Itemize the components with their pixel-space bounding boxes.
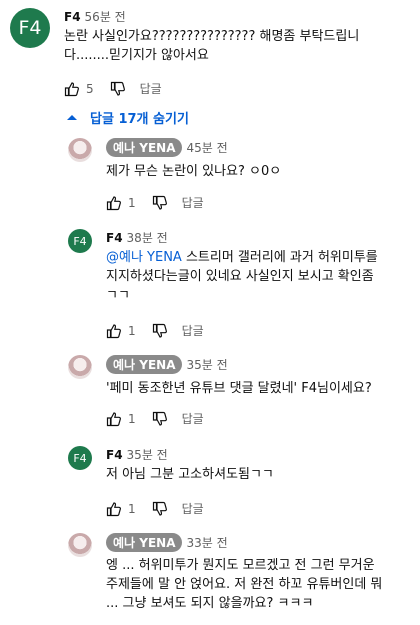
author-name[interactable]: 예나 YENA: [106, 138, 183, 157]
thumbs-up-icon[interactable]: [106, 411, 122, 427]
reply-button[interactable]: 답글: [182, 322, 204, 339]
comment-actions: 5 답글: [64, 80, 162, 97]
comment-meta: 예나 YENA 33분 전: [106, 533, 228, 552]
comment-text: 제가 무슨 논란이 있나요? ㅇ0ㅇ: [106, 164, 282, 179]
comment-meta: 예나 YENA 45분 전: [106, 138, 228, 157]
mention-link[interactable]: @예나 YENA: [106, 250, 182, 265]
avatar[interactable]: F4: [68, 229, 92, 253]
thumbs-down-icon[interactable]: [152, 195, 168, 211]
comment-text: 저 아님 그분 고소하셔도됨ㄱㄱ: [106, 467, 274, 482]
timestamp[interactable]: 35분 전: [127, 448, 168, 462]
timestamp[interactable]: 56분 전: [85, 10, 126, 24]
reply-button[interactable]: 답글: [182, 410, 204, 427]
comment-meta: 예나 YENA 35분 전: [106, 355, 228, 374]
author-name[interactable]: F4: [106, 448, 123, 462]
hide-replies-button[interactable]: 답글 17개 숨기기: [64, 108, 189, 127]
thumbs-up-icon[interactable]: [106, 501, 122, 517]
like-count: 1: [128, 501, 136, 516]
chevron-up-icon: [67, 114, 77, 120]
author-name[interactable]: 예나 YENA: [106, 355, 183, 374]
timestamp[interactable]: 35분 전: [186, 358, 227, 372]
thumbs-down-icon[interactable]: [110, 81, 126, 97]
comment-text: '페미 동조한년 유튜브 댓글 달렸네' F4님이세요?: [106, 381, 372, 396]
comment-actions: 1 답글: [106, 500, 204, 517]
avatar[interactable]: F4: [68, 446, 92, 470]
reply-button[interactable]: 답글: [140, 80, 162, 97]
author-name[interactable]: F4: [106, 231, 123, 245]
like-count: 5: [86, 81, 94, 96]
comment-actions: 1 답글: [106, 194, 204, 211]
thumbs-down-icon[interactable]: [152, 501, 168, 517]
avatar[interactable]: [68, 533, 92, 557]
like-count: 1: [128, 195, 136, 210]
author-name[interactable]: 예나 YENA: [106, 533, 183, 552]
comment-meta: F4 56분 전: [64, 8, 126, 25]
like-count: 1: [128, 411, 136, 426]
like-count: 1: [128, 323, 136, 338]
thumbs-up-icon[interactable]: [106, 195, 122, 211]
comment-text: @예나 YENA 스트리머 갤러리에 과거 허위미투를 지지하셨다는글이 있네요…: [106, 250, 378, 303]
timestamp[interactable]: 38분 전: [127, 231, 168, 245]
avatar[interactable]: [68, 138, 92, 162]
thumbs-down-icon[interactable]: [152, 323, 168, 339]
comment-actions: 1 답글: [106, 410, 204, 427]
avatar[interactable]: F4: [10, 8, 50, 48]
comment-meta: F4 35분 전: [106, 446, 168, 463]
avatar[interactable]: [68, 355, 92, 379]
comment-text: 논란 사실인가요??????????????? 해명좀 부탁드립니 다.....…: [64, 29, 360, 63]
comment-actions: 1 답글: [106, 322, 204, 339]
timestamp[interactable]: 45분 전: [186, 141, 227, 155]
thumbs-down-icon[interactable]: [152, 411, 168, 427]
reply-button[interactable]: 답글: [182, 194, 204, 211]
timestamp[interactable]: 33분 전: [186, 536, 227, 550]
comment-meta: F4 38분 전: [106, 229, 168, 246]
author-name[interactable]: F4: [64, 10, 81, 24]
reply-button[interactable]: 답글: [182, 500, 204, 517]
thumbs-up-icon[interactable]: [64, 81, 80, 97]
thumbs-up-icon[interactable]: [106, 323, 122, 339]
comment-text: 엥 ... 허위미투가 뭔지도 모르겠고 전 그런 무거운 주제들에 말 안 얹…: [106, 558, 383, 611]
